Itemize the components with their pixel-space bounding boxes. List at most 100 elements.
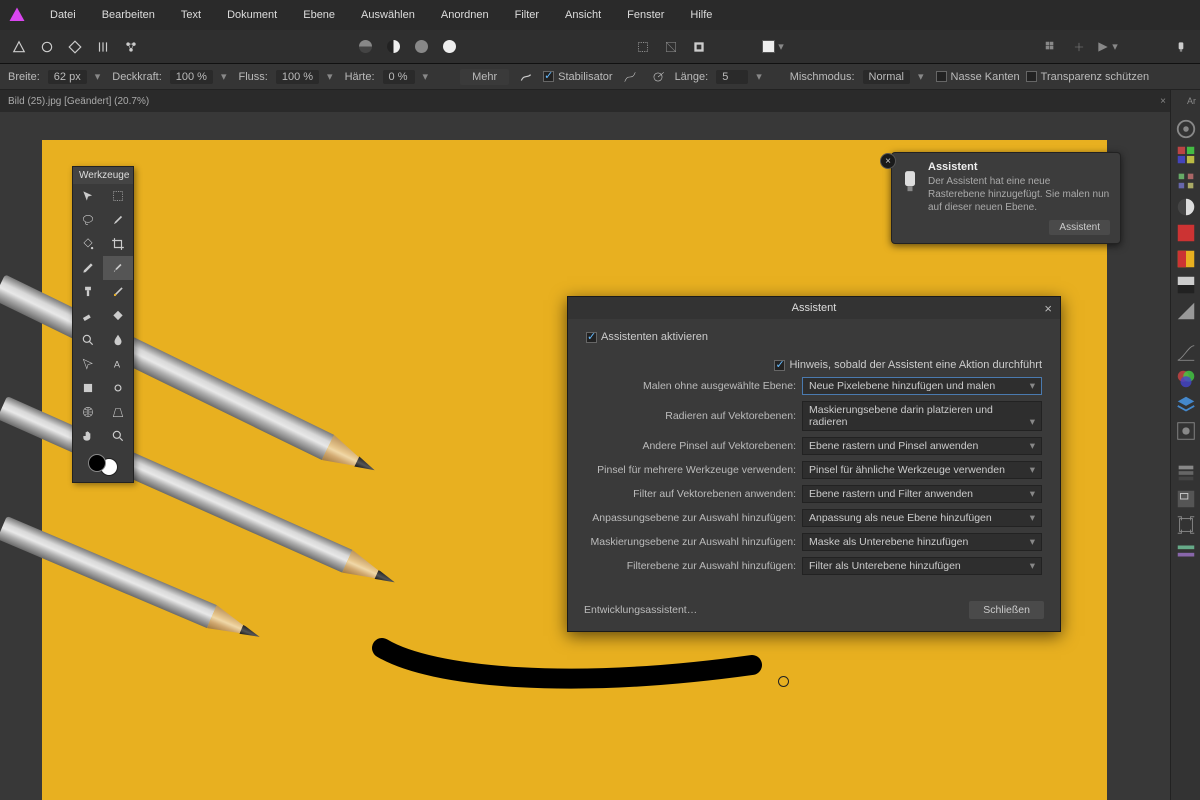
brush-settings-icon[interactable]	[515, 66, 537, 88]
nasse-kanten-checkbox[interactable]: Nasse Kanten	[936, 71, 1020, 83]
canvas[interactable]: Werkzeuge A	[42, 140, 1107, 800]
transparenz-checkbox[interactable]: Transparenz schützen	[1026, 71, 1149, 83]
opt-fluss-value[interactable]: 100 %	[276, 70, 319, 84]
quickmask-icon[interactable]	[688, 36, 710, 58]
stabilisator-checkbox[interactable]: Stabilisator	[543, 71, 612, 83]
tool-zoom[interactable]	[103, 424, 133, 448]
tool-perspective[interactable]	[103, 400, 133, 424]
persona-photo-icon[interactable]	[8, 36, 30, 58]
assistant-icon[interactable]	[1170, 36, 1192, 58]
blend-gray-icon[interactable]	[410, 36, 432, 58]
dev-assistant-link[interactable]: Entwicklungsassistent…	[584, 604, 697, 616]
dlg-row-select[interactable]: Ebene rastern und Pinsel anwenden	[802, 437, 1042, 455]
stack-icon[interactable]	[1175, 394, 1197, 416]
tool-selection-brush[interactable]	[103, 208, 133, 232]
snap-icon[interactable]	[1068, 36, 1090, 58]
persona-develop-icon[interactable]	[64, 36, 86, 58]
tool-dropdown-icon[interactable]: ▾	[1096, 36, 1118, 58]
swatches-icon[interactable]	[1175, 144, 1197, 166]
dlg-row-select[interactable]: Maskierungsebene darin platzieren und ra…	[802, 401, 1042, 431]
chevron-down-icon[interactable]: ▾	[918, 70, 924, 83]
blend-contrast-icon[interactable]	[382, 36, 404, 58]
info-icon[interactable]	[1175, 540, 1197, 562]
persona-export-icon[interactable]	[120, 36, 142, 58]
menu-anordnen[interactable]: Anordnen	[431, 5, 499, 25]
tool-crop[interactable]	[103, 232, 133, 256]
fx-icon[interactable]	[1175, 420, 1197, 442]
dlg-row-select[interactable]: Filter als Unterebene hinzufügen	[802, 557, 1042, 575]
menu-datei[interactable]: Datei	[40, 5, 86, 25]
tool-color-swatch[interactable]	[73, 448, 133, 482]
levels-icon[interactable]	[1175, 300, 1197, 322]
gradient-icon[interactable]	[1175, 248, 1197, 270]
stabilize-line-icon[interactable]	[647, 66, 669, 88]
dlg-row-select[interactable]: Pinsel für ähnliche Werkzeuge verwenden	[802, 461, 1042, 479]
close-icon[interactable]: ×	[880, 153, 896, 169]
menu-dokument[interactable]: Dokument	[217, 5, 287, 25]
menu-text[interactable]: Text	[171, 5, 211, 25]
blend-normal-icon[interactable]	[354, 36, 376, 58]
tool-flood-select[interactable]	[73, 232, 103, 256]
tool-lasso[interactable]	[73, 208, 103, 232]
navigator-icon[interactable]	[1175, 488, 1197, 510]
tool-move[interactable]	[73, 184, 103, 208]
chevron-down-icon[interactable]: ▾	[423, 70, 429, 83]
menu-auswaehlen[interactable]: Auswählen	[351, 5, 425, 25]
tool-rect-marquee[interactable]	[103, 184, 133, 208]
brushes-icon[interactable]	[1175, 170, 1197, 192]
menu-ansicht[interactable]: Ansicht	[555, 5, 611, 25]
dlg-row-select[interactable]: Maske als Unterebene hinzufügen	[802, 533, 1042, 551]
layers-colored-icon[interactable]	[1175, 368, 1197, 390]
menu-fenster[interactable]: Fenster	[617, 5, 674, 25]
blend-white-icon[interactable]	[438, 36, 460, 58]
right-tab-label[interactable]: Ar	[1187, 96, 1196, 106]
tool-blur[interactable]	[103, 328, 133, 352]
transform-icon[interactable]	[1175, 514, 1197, 536]
opt-laenge-value[interactable]: 5	[716, 70, 748, 84]
tool-text[interactable]: A	[103, 352, 133, 376]
menu-ebene[interactable]: Ebene	[293, 5, 345, 25]
history-icon[interactable]	[1175, 462, 1197, 484]
persona-liquify-icon[interactable]	[36, 36, 58, 58]
menu-hilfe[interactable]: Hilfe	[680, 5, 722, 25]
tool-node[interactable]	[73, 352, 103, 376]
tool-shape[interactable]	[73, 376, 103, 400]
marquee-dotted-icon[interactable]	[632, 36, 654, 58]
tool-hand[interactable]	[73, 424, 103, 448]
close-icon[interactable]: ×	[1044, 301, 1052, 316]
adjustments-icon[interactable]	[1175, 196, 1197, 218]
opt-breite-value[interactable]: 62 px	[48, 70, 87, 84]
opt-mischmodus-value[interactable]: Normal	[863, 70, 910, 84]
marquee-cross-icon[interactable]	[660, 36, 682, 58]
stabilize-curve-icon[interactable]	[619, 66, 641, 88]
chevron-down-icon[interactable]: ▾	[95, 70, 101, 83]
tool-ellipse[interactable]	[103, 376, 133, 400]
dlg-row-select[interactable]: Ebene rastern und Filter anwenden	[802, 485, 1042, 503]
color-wheel-icon[interactable]	[1175, 118, 1197, 140]
hint-checkbox[interactable]: Hinweis, sobald der Assistent eine Aktio…	[774, 359, 1042, 371]
chevron-down-icon[interactable]: ▾	[756, 70, 762, 83]
notification-button[interactable]: Assistent	[1049, 220, 1110, 235]
channels-icon[interactable]	[1175, 274, 1197, 296]
tool-clone[interactable]	[73, 280, 103, 304]
tool-mesh[interactable]	[73, 400, 103, 424]
tool-pen[interactable]	[73, 256, 103, 280]
persona-tone-icon[interactable]	[92, 36, 114, 58]
dlg-row-select[interactable]: Neue Pixelebene hinzufügen und malen	[802, 377, 1042, 395]
tool-dodge[interactable]	[73, 328, 103, 352]
close-button[interactable]: Schließen	[969, 601, 1044, 619]
chevron-down-icon[interactable]: ▾	[327, 70, 333, 83]
menu-bearbeiten[interactable]: Bearbeiten	[92, 5, 165, 25]
document-tab[interactable]: Bild (25).jpg [Geändert] (20.7%) ×	[0, 90, 1200, 112]
opt-haerte-value[interactable]: 0 %	[383, 70, 415, 84]
grid-icon[interactable]	[1040, 36, 1062, 58]
close-icon[interactable]: ×	[1160, 96, 1166, 107]
swatch-dropdown-icon[interactable]: ▾	[762, 36, 784, 58]
curves-icon[interactable]	[1175, 342, 1197, 364]
tool-color-replace[interactable]	[103, 280, 133, 304]
tool-erase[interactable]	[73, 304, 103, 328]
activate-assistant-checkbox[interactable]: Assistenten aktivieren	[586, 331, 708, 343]
opt-deckkraft-value[interactable]: 100 %	[170, 70, 213, 84]
tool-paint-brush[interactable]	[103, 256, 133, 280]
dlg-row-select[interactable]: Anpassung als neue Ebene hinzufügen	[802, 509, 1042, 527]
